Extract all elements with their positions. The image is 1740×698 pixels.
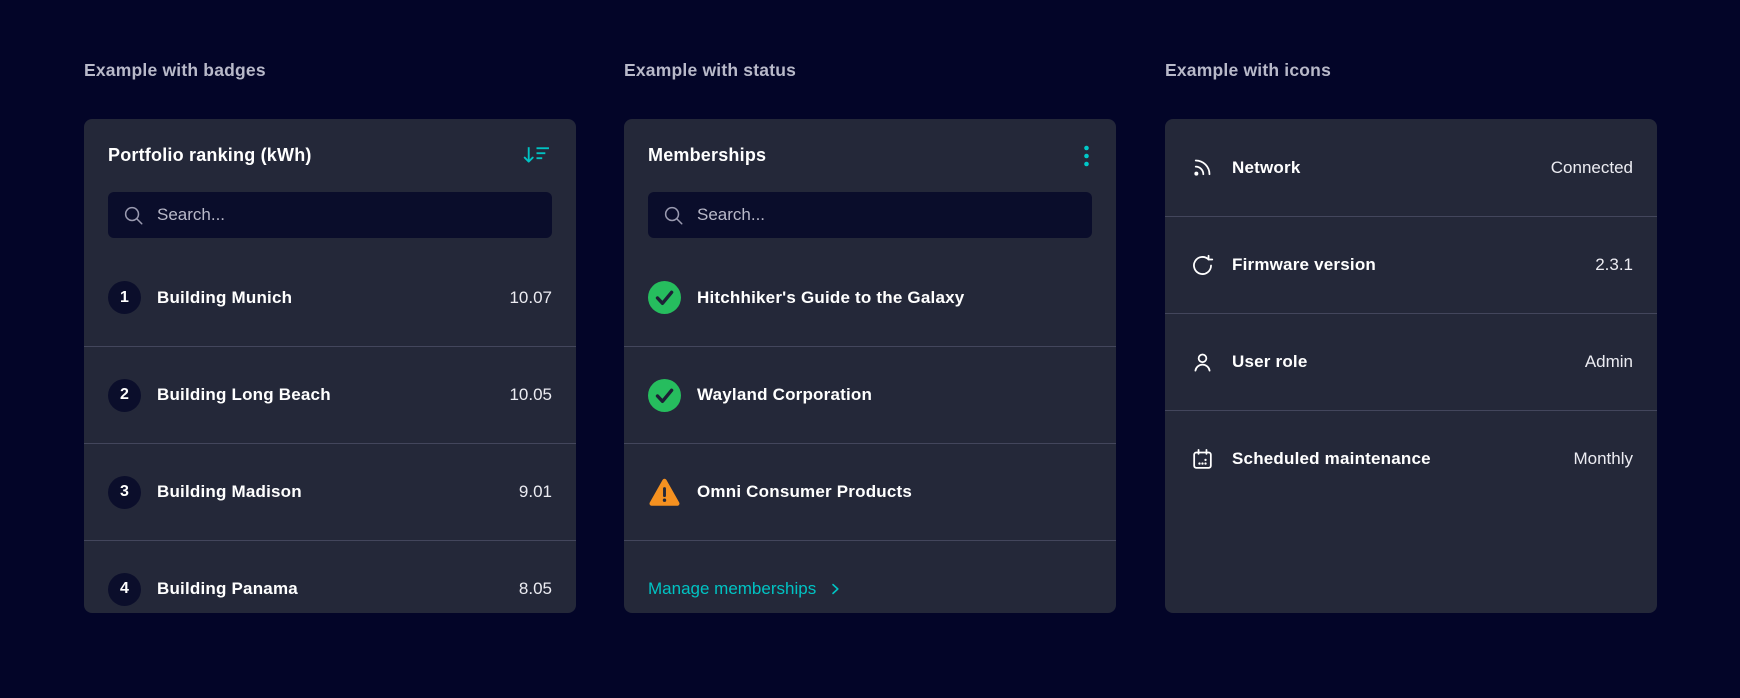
membership-name: Wayland Corporation <box>697 385 873 404</box>
list-item[interactable]: 1 Building Munich 10.07 <box>84 249 576 346</box>
info-row-user-role: User role Admin <box>1165 313 1657 410</box>
manage-memberships-label: Manage memberships <box>648 579 817 598</box>
section-heading-status: Example with status <box>624 60 797 80</box>
memberships-list: Hitchhiker's Guide to the Galaxy Wayland… <box>624 249 1116 613</box>
info-label: Network <box>1232 157 1301 177</box>
building-value: 9.01 <box>518 482 552 501</box>
info-label: Scheduled maintenance <box>1232 449 1431 468</box>
network-signal-icon <box>1189 155 1215 180</box>
info-label: User role <box>1232 352 1308 371</box>
memberships-card: Memberships Search... Hitchhiker's Guide… <box>624 119 1116 613</box>
portfolio-list: 1 Building Munich 10.07 2 Building Long … <box>84 249 576 613</box>
info-row-firmware: Firmware version 2.3.1 <box>1165 216 1657 313</box>
info-value: Admin <box>1584 352 1633 371</box>
membership-name: Hitchhiker's Guide to the Galaxy <box>697 287 965 307</box>
success-check-icon <box>648 281 681 314</box>
portfolio-ranking-card: Portfolio ranking (kWh) Search... 1 Buil… <box>84 119 576 613</box>
building-name: Building Munich <box>157 287 293 307</box>
success-check-icon <box>648 378 681 412</box>
sort-button[interactable] <box>521 143 552 168</box>
membership-name: Omni Consumer Products <box>697 482 913 501</box>
card-menu-button[interactable] <box>1081 142 1092 170</box>
sort-descending-icon <box>523 145 550 166</box>
rank-badge: 3 <box>108 475 141 509</box>
info-value: Connected <box>1550 157 1633 177</box>
refresh-icon <box>1189 253 1215 278</box>
building-name: Building Madison <box>157 482 302 501</box>
kebab-menu-icon <box>1083 144 1090 168</box>
list-item[interactable]: 4 Building Panama 8.05 <box>84 540 576 613</box>
rank-badge: 4 <box>108 572 141 606</box>
info-value: 2.3.1 <box>1595 255 1633 274</box>
list-item[interactable]: 3 Building Madison 9.01 <box>84 443 576 540</box>
list-item[interactable]: Wayland Corporation <box>624 346 1116 443</box>
list-item[interactable]: Hitchhiker's Guide to the Galaxy <box>624 249 1116 346</box>
portfolio-card-header: Portfolio ranking (kWh) <box>84 119 576 192</box>
device-info-card: Network Connected Firmware version 2.3.1 <box>1165 119 1657 613</box>
building-name: Building Panama <box>157 579 298 598</box>
rank-badge: 2 <box>108 378 141 412</box>
info-row-network: Network Connected <box>1165 119 1657 216</box>
list-item[interactable]: Omni Consumer Products <box>624 443 1116 540</box>
search-input[interactable] <box>157 205 538 225</box>
list-item[interactable]: 2 Building Long Beach 10.05 <box>84 346 576 443</box>
building-value: 10.05 <box>509 385 552 404</box>
search-input[interactable] <box>697 205 1078 225</box>
user-icon <box>1189 350 1215 375</box>
panel-badges: Example with badges Portfolio ranking (k… <box>84 0 576 613</box>
card-footer: Manage memberships <box>624 540 1116 613</box>
section-heading-badges: Example with badges <box>84 60 266 80</box>
search-icon <box>662 204 697 227</box>
building-value: 8.05 <box>518 579 552 598</box>
portfolio-search <box>108 192 552 238</box>
chevron-right-icon <box>827 581 843 597</box>
building-value: 10.07 <box>509 287 552 307</box>
portfolio-card-title: Portfolio ranking (kWh) <box>108 145 312 165</box>
device-info-list: Network Connected Firmware version 2.3.1 <box>1165 119 1657 507</box>
calendar-icon <box>1189 447 1215 472</box>
building-name: Building Long Beach <box>157 385 331 404</box>
panel-icons: Example with icons Network Connected Fir… <box>1165 0 1657 613</box>
info-label: Firmware version <box>1232 255 1376 274</box>
rank-badge: 1 <box>108 281 141 314</box>
search-icon <box>122 204 157 227</box>
warning-triangle-icon <box>648 476 681 509</box>
section-heading-icons: Example with icons <box>1165 60 1332 80</box>
memberships-search <box>648 192 1092 238</box>
info-value: Monthly <box>1573 449 1633 468</box>
panel-status: Example with status Memberships Search..… <box>624 0 1116 613</box>
memberships-card-title: Memberships <box>648 145 767 165</box>
info-row-maintenance: Scheduled maintenance Monthly <box>1165 410 1657 507</box>
memberships-card-header: Memberships <box>624 119 1116 192</box>
manage-memberships-link[interactable]: Manage memberships <box>648 579 843 599</box>
